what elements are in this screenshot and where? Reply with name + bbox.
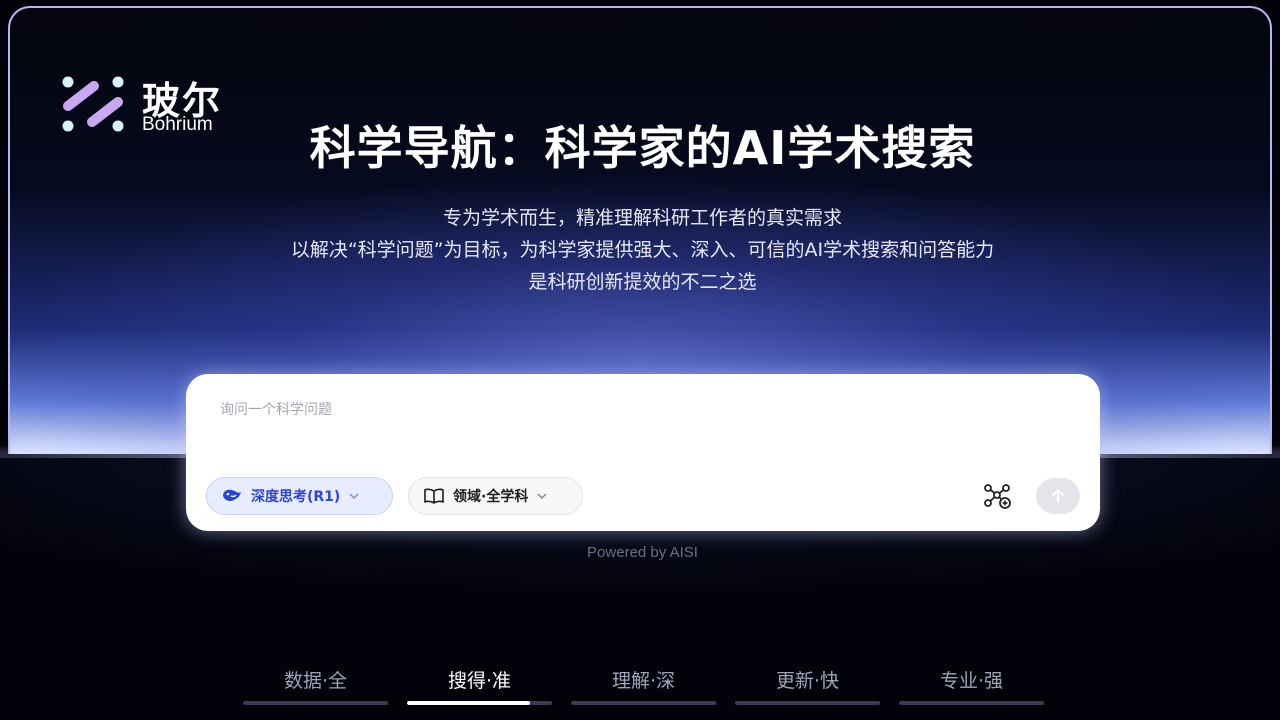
page-background: 玻尔 Bohrium 科学导航：科学家的AI学术搜索 专为学术而生，精准理解科研… xyxy=(0,0,1280,720)
chevron-down-icon xyxy=(349,493,359,500)
send-button[interactable] xyxy=(1036,478,1080,514)
tab-understand[interactable]: 理解·深 xyxy=(571,660,716,710)
tab-data[interactable]: 数据·全 xyxy=(243,660,388,710)
subtitle-line: 以解决“科学问题”为目标，为科学家提供强大、深入、可信的AI学术搜索和问答能力 xyxy=(290,239,995,261)
field-select-button[interactable]: 领域·全学科 xyxy=(408,477,583,515)
tab-progress-bar xyxy=(407,701,552,705)
tab-update[interactable]: 更新·快 xyxy=(735,660,880,710)
tab-label: 搜得·准 xyxy=(447,670,512,692)
tab-search[interactable]: 搜得·准 xyxy=(407,660,552,710)
arrow-up-icon xyxy=(1052,489,1064,503)
tab-label: 数据·全 xyxy=(283,670,348,692)
tab-progress-fill xyxy=(407,701,531,705)
powered-by-text: Powered by AISI xyxy=(587,544,698,561)
tab-progress-bar xyxy=(899,701,1044,705)
feature-tabs: 数据·全 搜得·准 理解·深 更新·快 专业·强 xyxy=(243,660,1044,710)
subtitle-line: 专为学术而生，精准理解科研工作者的真实需求 xyxy=(442,207,842,229)
tab-label: 理解·深 xyxy=(611,670,676,692)
tab-progress-bar xyxy=(735,701,880,705)
tab-label: 专业·强 xyxy=(939,670,1004,692)
field-label: 领域·全学科 xyxy=(453,489,529,505)
hero-subtitle: 专为学术而生，精准理解科研工作者的真实需求 以解决“科学问题”为目标，为科学家提… xyxy=(0,202,1280,298)
chevron-down-icon xyxy=(537,493,547,500)
deep-think-button[interactable]: 深度思考(R1) xyxy=(206,477,393,515)
tab-professional[interactable]: 专业·强 xyxy=(899,660,1044,710)
search-card: 深度思考(R1) 领域·全学科 xyxy=(186,374,1100,531)
tab-progress-bar xyxy=(571,701,716,705)
whale-icon xyxy=(223,489,241,501)
graph-add-icon[interactable] xyxy=(982,481,1012,511)
search-input[interactable] xyxy=(220,398,1060,422)
tab-progress-bar xyxy=(243,701,388,705)
subtitle-line: 是科研创新提效的不二之选 xyxy=(528,271,757,293)
tab-label: 更新·快 xyxy=(775,670,840,692)
book-icon xyxy=(424,488,444,504)
page-title: 科学导航：科学家的AI学术搜索 xyxy=(309,121,976,175)
deep-think-label: 深度思考(R1) xyxy=(251,489,341,505)
